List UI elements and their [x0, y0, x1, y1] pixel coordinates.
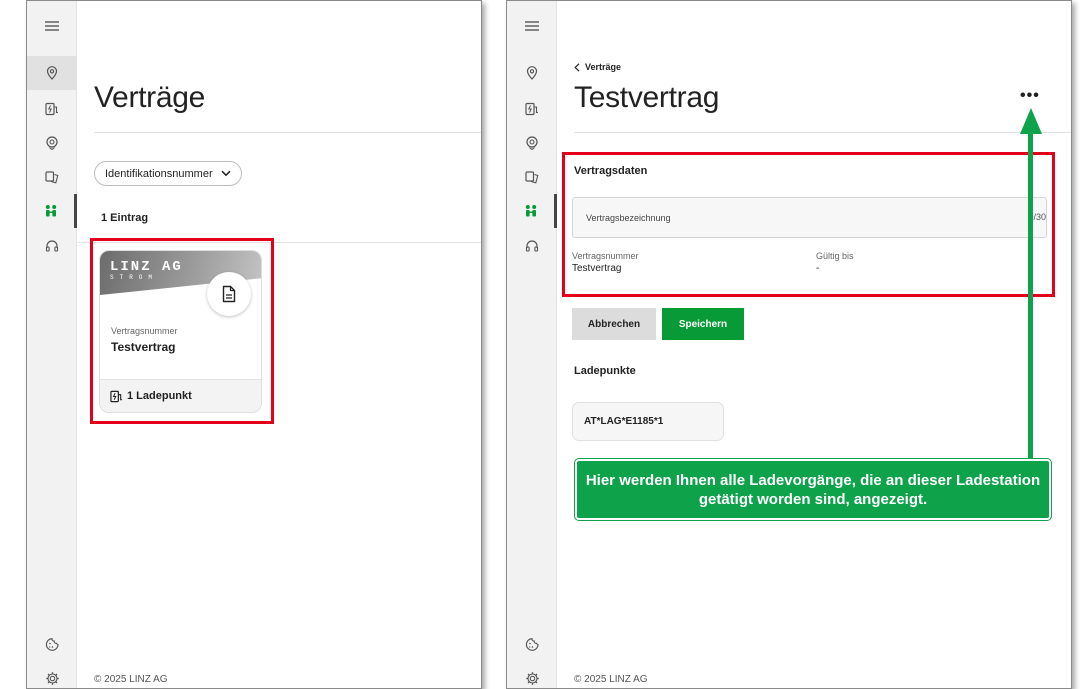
charging-point-icon[interactable] — [27, 126, 77, 160]
title-divider — [574, 132, 1071, 133]
page-title: Verträge — [94, 81, 206, 114]
support-headset-icon[interactable] — [27, 229, 77, 263]
arrow-up-icon — [1020, 108, 1042, 134]
filter-dropdown[interactable]: Identifikationsnummer — [94, 161, 242, 186]
charging-station-icon[interactable] — [507, 92, 557, 126]
cards-icon[interactable] — [507, 160, 557, 194]
contracts-icon[interactable] — [27, 194, 77, 228]
location-pin-icon[interactable] — [27, 56, 77, 90]
result-count: 1 Eintrag — [101, 212, 149, 224]
contract-detail-window: Verträge Testvertrag ••• Vertragsdaten 0… — [506, 0, 1072, 689]
arrow-shaft — [1028, 134, 1033, 464]
cards-icon[interactable] — [27, 160, 77, 194]
contract-data-highlight-box — [562, 152, 1055, 297]
gear-icon[interactable] — [27, 661, 77, 688]
support-headset-icon[interactable] — [507, 229, 557, 263]
location-pin-icon[interactable] — [507, 56, 557, 90]
copyright-footer: © 2025 LINZ AG — [574, 674, 648, 685]
gear-icon[interactable] — [507, 661, 557, 688]
menu-icon[interactable] — [507, 9, 557, 43]
copyright-footer: © 2025 LINZ AG — [94, 674, 168, 685]
cookie-icon[interactable] — [27, 627, 77, 661]
charging-point-icon[interactable] — [507, 126, 557, 160]
main-content: Verträge Testvertrag ••• Vertragsdaten 0… — [557, 1, 1071, 688]
more-options-button[interactable]: ••• — [1020, 87, 1040, 105]
menu-icon[interactable] — [27, 9, 77, 43]
charging-points-heading: Ladepunkte — [574, 365, 636, 377]
card-highlight-box — [90, 238, 274, 424]
annotation-callout: Hier werden Ihnen alle Ladevorgänge, die… — [575, 459, 1051, 520]
title-divider — [94, 132, 481, 133]
page-title: Testvertrag — [574, 81, 720, 114]
side-navigation-rail — [507, 1, 557, 688]
chevron-left-icon — [574, 62, 580, 72]
chevron-down-icon — [221, 170, 231, 177]
charging-point-chip[interactable]: AT*LAG*E1185*1 — [572, 402, 724, 441]
contracts-icon[interactable] — [507, 194, 557, 228]
cookie-icon[interactable] — [507, 627, 557, 661]
charging-station-icon[interactable] — [27, 92, 77, 126]
back-link-label: Verträge — [585, 62, 622, 72]
filter-label: Identifikationsnummer — [105, 167, 213, 180]
back-link[interactable]: Verträge — [574, 62, 621, 72]
save-button[interactable]: Speichern — [662, 308, 744, 340]
cancel-button[interactable]: Abbrechen — [572, 308, 656, 340]
side-navigation-rail — [27, 1, 77, 688]
